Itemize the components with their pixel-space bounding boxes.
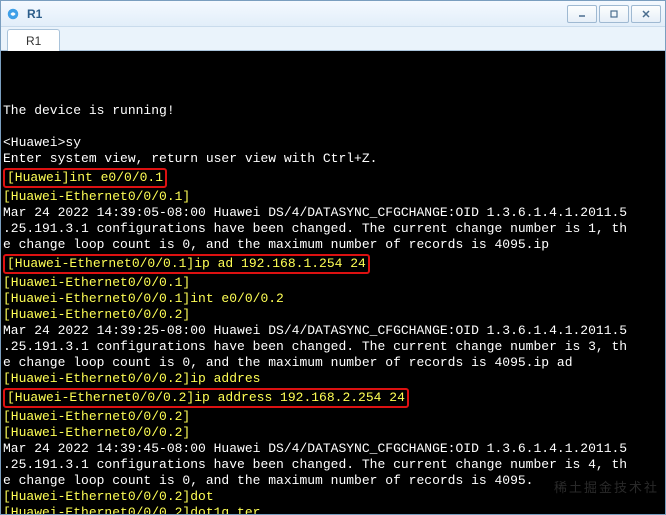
terminal-line: e change loop count is 0, and the maximu… bbox=[3, 237, 663, 253]
highlight-box: [Huawei-Ethernet0/0/0.1]ip ad 192.168.1.… bbox=[3, 254, 370, 274]
terminal-line: [Huawei-Ethernet0/0/0.1]ip ad 192.168.1.… bbox=[3, 253, 663, 275]
terminal-line: Mar 24 2022 14:39:45-08:00 Huawei DS/4/D… bbox=[3, 441, 663, 457]
app-window: R1 R1 稀土掘金技术社 The device is running! <Hu… bbox=[0, 0, 666, 515]
terminal-line: .25.191.3.1 configurations have been cha… bbox=[3, 457, 663, 473]
tab-r1[interactable]: R1 bbox=[7, 29, 60, 51]
terminal-line: e change loop count is 0, and the maximu… bbox=[3, 355, 663, 371]
terminal-line: The device is running! bbox=[3, 103, 663, 119]
terminal-line: [Huawei-Ethernet0/0/0.1] bbox=[3, 275, 663, 291]
window-controls bbox=[567, 5, 661, 23]
terminal-line: [Huawei-Ethernet0/0/0.2] bbox=[3, 307, 663, 323]
terminal-line: <Huawei>sy bbox=[3, 135, 663, 151]
terminal-line: [Huawei-Ethernet0/0/0.2]ip addres bbox=[3, 371, 663, 387]
window-title: R1 bbox=[27, 7, 567, 21]
terminal[interactable]: 稀土掘金技术社 The device is running! <Huawei>s… bbox=[1, 51, 665, 514]
terminal-line: [Huawei-Ethernet0/0/0.2] bbox=[3, 409, 663, 425]
terminal-line: [Huawei-Ethernet0/0/0.2]ip address 192.1… bbox=[3, 387, 663, 409]
terminal-line bbox=[3, 119, 663, 135]
tab-label: R1 bbox=[26, 34, 41, 48]
terminal-line: [Huawei-Ethernet0/0/0.2] bbox=[3, 425, 663, 441]
terminal-line: [Huawei-Ethernet0/0/0.2]dot1q ter bbox=[3, 505, 663, 514]
terminal-line: [Huawei]int e0/0/0.1 bbox=[3, 167, 663, 189]
close-button[interactable] bbox=[631, 5, 661, 23]
terminal-line: [Huawei-Ethernet0/0/0.1] bbox=[3, 189, 663, 205]
terminal-line: .25.191.3.1 configurations have been cha… bbox=[3, 221, 663, 237]
highlight-box: [Huawei]int e0/0/0.1 bbox=[3, 168, 167, 188]
terminal-line: Mar 24 2022 14:39:05-08:00 Huawei DS/4/D… bbox=[3, 205, 663, 221]
titlebar[interactable]: R1 bbox=[1, 1, 665, 27]
terminal-line: Mar 24 2022 14:39:25-08:00 Huawei DS/4/D… bbox=[3, 323, 663, 339]
app-icon bbox=[5, 6, 21, 22]
terminal-line: .25.191.3.1 configurations have been cha… bbox=[3, 339, 663, 355]
watermark: 稀土掘金技术社 bbox=[554, 480, 659, 496]
minimize-button[interactable] bbox=[567, 5, 597, 23]
highlight-box: [Huawei-Ethernet0/0/0.2]ip address 192.1… bbox=[3, 388, 409, 408]
terminal-line: [Huawei-Ethernet0/0/0.1]int e0/0/0.2 bbox=[3, 291, 663, 307]
tab-strip: R1 bbox=[1, 27, 665, 51]
maximize-button[interactable] bbox=[599, 5, 629, 23]
terminal-line: Enter system view, return user view with… bbox=[3, 151, 663, 167]
